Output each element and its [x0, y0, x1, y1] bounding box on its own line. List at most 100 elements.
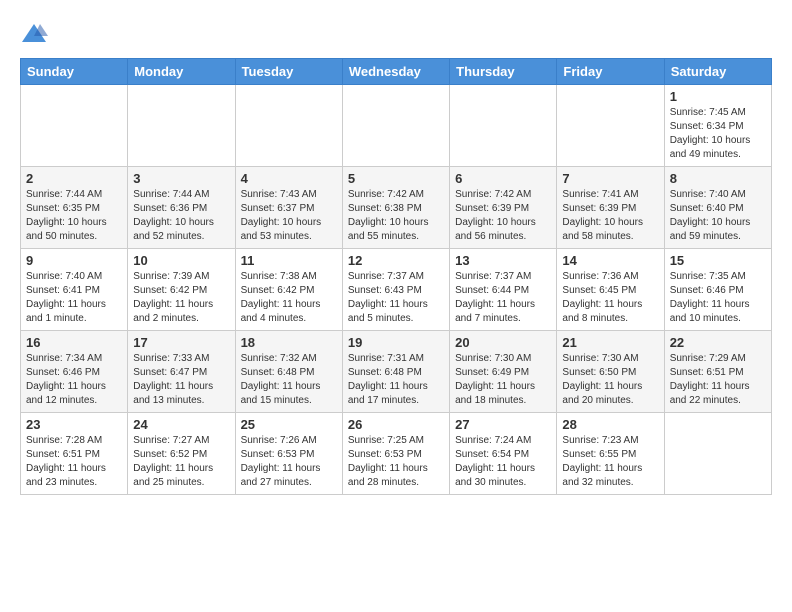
day-number: 26: [348, 417, 444, 432]
day-number: 19: [348, 335, 444, 350]
calendar-cell: 6 Sunrise: 7:42 AM Sunset: 6:39 PM Daylig…: [450, 167, 557, 249]
day-number: 5: [348, 171, 444, 186]
calendar-cell: 10 Sunrise: 7:39 AM Sunset: 6:42 PM Dayli…: [128, 249, 235, 331]
day-info: Sunrise: 7:28 AM Sunset: 6:51 PM Dayligh…: [26, 434, 122, 490]
calendar-cell: 23 Sunrise: 7:28 AM Sunset: 6:51 PM Dayli…: [21, 413, 128, 495]
calendar-cell: 3 Sunrise: 7:44 AM Sunset: 6:36 PM Daylig…: [128, 167, 235, 249]
day-number: 22: [670, 335, 766, 350]
day-number: 3: [133, 171, 229, 186]
calendar-cell: 16 Sunrise: 7:34 AM Sunset: 6:46 PM Dayli…: [21, 331, 128, 413]
day-info: Sunrise: 7:44 AM Sunset: 6:36 PM Dayligh…: [133, 188, 229, 244]
day-info: Sunrise: 7:36 AM Sunset: 6:45 PM Dayligh…: [562, 270, 658, 326]
calendar-cell: 13 Sunrise: 7:37 AM Sunset: 6:44 PM Dayli…: [450, 249, 557, 331]
day-info: Sunrise: 7:30 AM Sunset: 6:49 PM Dayligh…: [455, 352, 551, 408]
day-info: Sunrise: 7:37 AM Sunset: 6:44 PM Dayligh…: [455, 270, 551, 326]
calendar-week-row: 1 Sunrise: 7:45 AM Sunset: 6:34 PM Daylig…: [21, 85, 772, 167]
day-number: 2: [26, 171, 122, 186]
calendar-cell: 26 Sunrise: 7:25 AM Sunset: 6:53 PM Dayli…: [342, 413, 449, 495]
day-info: Sunrise: 7:38 AM Sunset: 6:42 PM Dayligh…: [241, 270, 337, 326]
calendar-cell: 5Sunrise: 7:42 AM Sunset: 6:38 PM Daylig…: [342, 167, 449, 249]
day-info: Sunrise: 7:26 AM Sunset: 6:53 PM Dayligh…: [241, 434, 337, 490]
day-info: Sunrise: 7:41 AM Sunset: 6:39 PM Dayligh…: [562, 188, 658, 244]
calendar-cell: 18 Sunrise: 7:32 AM Sunset: 6:48 PM Dayli…: [235, 331, 342, 413]
day-info: Sunrise: 7:24 AM Sunset: 6:54 PM Dayligh…: [455, 434, 551, 490]
day-number: 18: [241, 335, 337, 350]
day-number: 14: [562, 253, 658, 268]
weekday-header: Thursday: [450, 59, 557, 85]
calendar-cell: [664, 413, 771, 495]
day-number: 11: [241, 253, 337, 268]
day-info: Sunrise: 7:45 AM Sunset: 6:34 PM Dayligh…: [670, 106, 766, 162]
calendar-cell: 20 Sunrise: 7:30 AM Sunset: 6:49 PM Dayli…: [450, 331, 557, 413]
day-number: 4: [241, 171, 337, 186]
weekday-header-row: SundayMondayTuesdayWednesdayThursdayFrid…: [21, 59, 772, 85]
calendar-week-row: 9 Sunrise: 7:40 AM Sunset: 6:41 PM Daylig…: [21, 249, 772, 331]
calendar-cell: [128, 85, 235, 167]
calendar-cell: 4 Sunrise: 7:43 AM Sunset: 6:37 PM Daylig…: [235, 167, 342, 249]
day-number: 21: [562, 335, 658, 350]
day-number: 27: [455, 417, 551, 432]
day-info: Sunrise: 7:40 AM Sunset: 6:40 PM Dayligh…: [670, 188, 766, 244]
calendar-cell: 25 Sunrise: 7:26 AM Sunset: 6:53 PM Dayli…: [235, 413, 342, 495]
calendar-cell: 28 Sunrise: 7:23 AM Sunset: 6:55 PM Dayli…: [557, 413, 664, 495]
day-number: 15: [670, 253, 766, 268]
calendar-cell: 1 Sunrise: 7:45 AM Sunset: 6:34 PM Daylig…: [664, 85, 771, 167]
calendar-table: SundayMondayTuesdayWednesdayThursdayFrid…: [20, 58, 772, 495]
day-number: 16: [26, 335, 122, 350]
day-info: Sunrise: 7:33 AM Sunset: 6:47 PM Dayligh…: [133, 352, 229, 408]
day-info: Sunrise: 7:42 AM Sunset: 6:39 PM Dayligh…: [455, 188, 551, 244]
day-number: 7: [562, 171, 658, 186]
day-number: 10: [133, 253, 229, 268]
logo: [20, 20, 52, 48]
calendar-cell: 27 Sunrise: 7:24 AM Sunset: 6:54 PM Dayli…: [450, 413, 557, 495]
calendar-week-row: 16 Sunrise: 7:34 AM Sunset: 6:46 PM Dayli…: [21, 331, 772, 413]
calendar-week-row: 23 Sunrise: 7:28 AM Sunset: 6:51 PM Dayli…: [21, 413, 772, 495]
calendar-cell: 7 Sunrise: 7:41 AM Sunset: 6:39 PM Daylig…: [557, 167, 664, 249]
calendar-cell: 9 Sunrise: 7:40 AM Sunset: 6:41 PM Daylig…: [21, 249, 128, 331]
calendar-cell: 19 Sunrise: 7:31 AM Sunset: 6:48 PM Dayli…: [342, 331, 449, 413]
day-number: 25: [241, 417, 337, 432]
calendar-cell: [557, 85, 664, 167]
weekday-header: Tuesday: [235, 59, 342, 85]
calendar-cell: [342, 85, 449, 167]
day-info: Sunrise: 7:23 AM Sunset: 6:55 PM Dayligh…: [562, 434, 658, 490]
calendar-cell: [21, 85, 128, 167]
page-header: [20, 20, 772, 48]
day-number: 12: [348, 253, 444, 268]
day-info: Sunrise: 7:40 AM Sunset: 6:41 PM Dayligh…: [26, 270, 122, 326]
calendar-cell: [235, 85, 342, 167]
weekday-header: Wednesday: [342, 59, 449, 85]
calendar-cell: 8 Sunrise: 7:40 AM Sunset: 6:40 PM Daylig…: [664, 167, 771, 249]
day-number: 1: [670, 89, 766, 104]
day-info: Sunrise: 7:43 AM Sunset: 6:37 PM Dayligh…: [241, 188, 337, 244]
day-info: Sunrise: 7:37 AM Sunset: 6:43 PM Dayligh…: [348, 270, 444, 326]
day-number: 28: [562, 417, 658, 432]
day-number: 9: [26, 253, 122, 268]
logo-icon: [20, 20, 48, 48]
day-info: Sunrise: 7:35 AM Sunset: 6:46 PM Dayligh…: [670, 270, 766, 326]
day-info: Sunrise: 7:44 AM Sunset: 6:35 PM Dayligh…: [26, 188, 122, 244]
day-info: Sunrise: 7:32 AM Sunset: 6:48 PM Dayligh…: [241, 352, 337, 408]
day-info: Sunrise: 7:34 AM Sunset: 6:46 PM Dayligh…: [26, 352, 122, 408]
weekday-header: Monday: [128, 59, 235, 85]
day-number: 8: [670, 171, 766, 186]
day-number: 13: [455, 253, 551, 268]
day-number: 24: [133, 417, 229, 432]
day-number: 20: [455, 335, 551, 350]
day-info: Sunrise: 7:31 AM Sunset: 6:48 PM Dayligh…: [348, 352, 444, 408]
day-number: 23: [26, 417, 122, 432]
day-info: Sunrise: 7:25 AM Sunset: 6:53 PM Dayligh…: [348, 434, 444, 490]
calendar-cell: 12 Sunrise: 7:37 AM Sunset: 6:43 PM Dayli…: [342, 249, 449, 331]
calendar-cell: 15 Sunrise: 7:35 AM Sunset: 6:46 PM Dayli…: [664, 249, 771, 331]
calendar-cell: 2 Sunrise: 7:44 AM Sunset: 6:35 PM Daylig…: [21, 167, 128, 249]
weekday-header: Saturday: [664, 59, 771, 85]
calendar-cell: 22Sunrise: 7:29 AM Sunset: 6:51 PM Dayli…: [664, 331, 771, 413]
weekday-header: Sunday: [21, 59, 128, 85]
calendar-cell: 11 Sunrise: 7:38 AM Sunset: 6:42 PM Dayli…: [235, 249, 342, 331]
weekday-header: Friday: [557, 59, 664, 85]
day-number: 6: [455, 171, 551, 186]
day-info: Sunrise: 7:39 AM Sunset: 6:42 PM Dayligh…: [133, 270, 229, 326]
calendar-cell: 24 Sunrise: 7:27 AM Sunset: 6:52 PM Dayli…: [128, 413, 235, 495]
day-info: Sunrise: 7:27 AM Sunset: 6:52 PM Dayligh…: [133, 434, 229, 490]
calendar-cell: 17Sunrise: 7:33 AM Sunset: 6:47 PM Dayli…: [128, 331, 235, 413]
